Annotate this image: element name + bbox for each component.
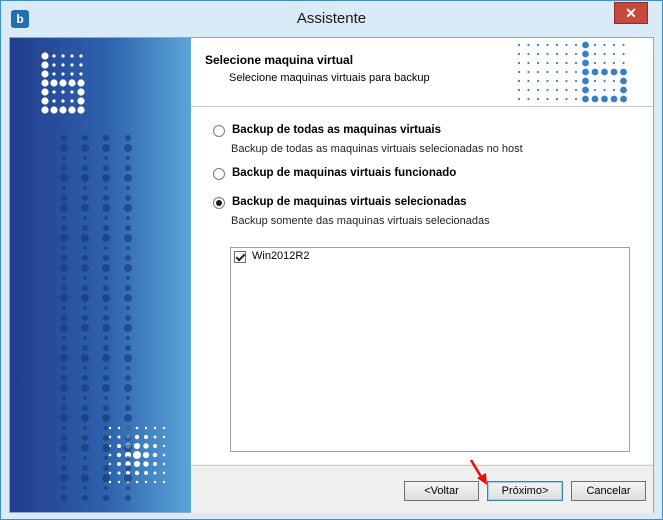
option-label: Backup de maquinas virtuais funcionado [232, 167, 457, 179]
option-label: Backup de todas as maquinas virtuais [232, 124, 441, 136]
option-description: Backup somente das maquinas virtuais sel… [231, 215, 490, 227]
vm-list[interactable]: Win2012R2 [230, 247, 630, 452]
wizard-content: Backup de todas as maquinas virtuais Bac… [191, 107, 653, 464]
back-button[interactable]: <Voltar [404, 481, 479, 501]
radio-button[interactable] [213, 168, 225, 180]
vm-name: Win2012R2 [252, 250, 310, 262]
wizard-header: Selecione maquina virtual Selecione maqu… [191, 38, 653, 107]
radio-button-selected[interactable] [213, 197, 225, 209]
wizard-footer: <Voltar Próximo> Cancelar [191, 465, 653, 513]
annotation-arrow-icon [469, 459, 487, 485]
wizard-window: b Assistente ✕ Selecione maquina virtual… [0, 0, 663, 520]
cancel-button[interactable]: Cancelar [571, 481, 646, 501]
page-subtitle: Selecione maquinas virtuais para backup [229, 72, 430, 84]
next-button[interactable]: Próximo> [487, 481, 563, 501]
radio-button[interactable] [213, 125, 225, 137]
option-description: Backup de todas as maquinas virtuais sel… [231, 143, 523, 155]
title-bar[interactable]: b Assistente ✕ [1, 1, 662, 37]
brand-dots-logo [517, 41, 627, 103]
close-button[interactable]: ✕ [614, 2, 648, 24]
page-title: Selecione maquina virtual [205, 53, 354, 67]
option-label: Backup de maquinas virtuais selecionadas [232, 196, 467, 208]
wizard-client-area: Selecione maquina virtual Selecione maqu… [9, 37, 654, 513]
window-title: Assistente [296, 10, 367, 27]
vm-checkbox[interactable] [234, 251, 246, 263]
side-banner-image [10, 38, 191, 512]
